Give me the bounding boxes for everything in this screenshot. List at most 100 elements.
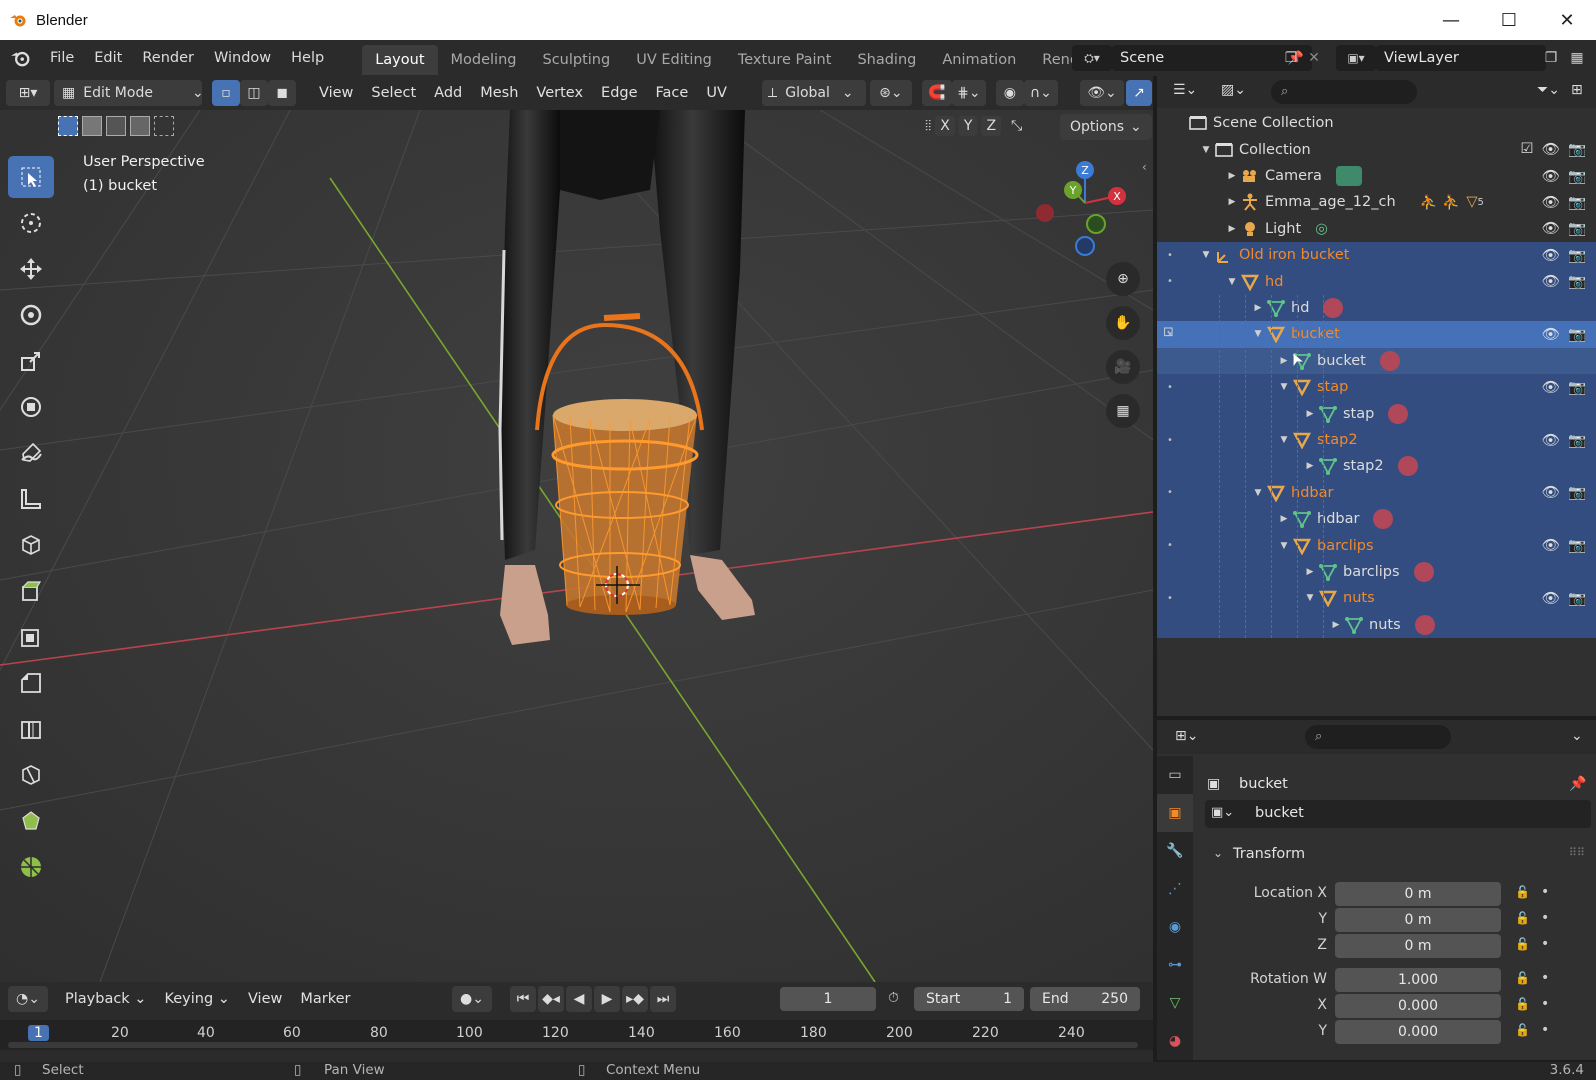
transform-field-value[interactable]: 1.000 xyxy=(1335,968,1501,992)
menu-select[interactable]: Select xyxy=(362,85,425,101)
outliner-row[interactable]: ▶ Camera 👁 📷 xyxy=(1157,163,1596,190)
visibility-eye-icon[interactable]: 👁 xyxy=(1542,484,1560,501)
properties-editor-type-icon[interactable]: ⊞⌄ xyxy=(1175,728,1198,744)
outliner-row[interactable]: ▶ Light ◎ 👁 📷 xyxy=(1157,216,1596,243)
start-frame-field[interactable]: Start 1 xyxy=(914,987,1024,1011)
outliner-row[interactable]: • ▼ nuts 👁 📷 xyxy=(1157,585,1596,612)
proportional-edit-icon[interactable]: ◉ xyxy=(995,80,1024,106)
keyframe-dot-icon[interactable]: • xyxy=(1541,970,1549,986)
menu-file[interactable]: File xyxy=(40,40,84,76)
outliner-row[interactable]: • ▼ stap2 👁 📷 xyxy=(1157,426,1596,454)
expand-closed-icon[interactable]: ▶ xyxy=(1251,303,1265,313)
visibility-eye-icon[interactable]: 👁 xyxy=(1542,379,1560,396)
jump-keyframe-forward-icon[interactable]: ▸◆ xyxy=(622,986,648,1012)
tab-shading[interactable]: Shading xyxy=(844,45,929,75)
navigation-gizmo[interactable]: Z X Y xyxy=(1030,158,1130,262)
tab-texture-paint[interactable]: Texture Paint xyxy=(725,45,845,75)
transform-field-value[interactable]: 0.000 xyxy=(1335,1020,1501,1044)
outliner-row[interactable]: Scene Collection xyxy=(1157,110,1596,137)
pan-hand-icon[interactable]: ✋ xyxy=(1106,306,1140,340)
edge-select-button[interactable]: ◫ xyxy=(240,80,268,106)
rotate-tool-icon[interactable] xyxy=(8,294,54,336)
visibility-eye-icon[interactable]: 👁 xyxy=(1542,141,1560,158)
tab-modeling[interactable]: Modeling xyxy=(438,45,530,75)
mode-dropdown[interactable]: ▦ Edit Mode ⌄ xyxy=(54,80,204,106)
filter-icon[interactable]: ⏷⌄ xyxy=(1537,82,1560,98)
blender-menu-icon[interactable] xyxy=(0,49,40,67)
transform-orientation-dropdown[interactable]: ⟂ Global ⌄ xyxy=(761,80,866,106)
poly-build-tool-icon[interactable] xyxy=(8,800,54,842)
expand-open-icon[interactable]: ▼ xyxy=(1277,382,1291,392)
lock-icon[interactable]: 🔓 xyxy=(1515,885,1530,899)
editor-type-icon[interactable]: ⊞▾ xyxy=(6,80,50,106)
expand-closed-icon[interactable]: ▶ xyxy=(1277,514,1291,524)
outliner-row[interactable]: ▶ stap xyxy=(1157,400,1596,427)
outliner-row[interactable]: ▶ hd xyxy=(1157,294,1596,322)
render-camera-icon[interactable]: 📷 xyxy=(1568,168,1586,185)
properties-search-input[interactable]: ⌕ xyxy=(1305,725,1451,749)
select-invert-icon[interactable] xyxy=(130,116,150,136)
mirror-y-button[interactable]: Y xyxy=(958,116,978,136)
timeline-scrollbar[interactable] xyxy=(8,1042,1138,1048)
expand-closed-icon[interactable]: ▶ xyxy=(1225,171,1239,181)
outliner-search-input[interactable]: ⌕ xyxy=(1271,80,1417,104)
expand-closed-icon[interactable]: ▶ xyxy=(1225,197,1239,207)
menu-uv[interactable]: UV xyxy=(697,85,736,101)
material-tab-icon[interactable]: ◕ xyxy=(1157,1022,1193,1060)
new-collection-icon[interactable]: ⊞ xyxy=(1571,82,1583,98)
keyframe-dot-icon[interactable]: • xyxy=(1541,884,1549,900)
tab-layout[interactable]: Layout xyxy=(362,45,438,75)
expand-open-icon[interactable]: ▼ xyxy=(1225,277,1239,287)
menu-add[interactable]: Add xyxy=(425,85,471,101)
perspective-toggle-icon[interactable]: ▦ xyxy=(1106,394,1140,428)
outliner-row[interactable]: ▶ stap2 xyxy=(1157,453,1596,480)
outliner-row[interactable]: • ▼ Old iron bucket 👁 📷 xyxy=(1157,242,1596,269)
tool-tab-icon[interactable]: ▭ xyxy=(1157,756,1193,794)
outliner-row[interactable]: ▶ bucket xyxy=(1157,347,1596,375)
select-extend-icon[interactable] xyxy=(82,116,102,136)
drag-handle-icon[interactable]: ⠿⠿ xyxy=(1569,846,1585,859)
render-camera-icon[interactable]: 📷 xyxy=(1568,273,1586,290)
menu-help[interactable]: Help xyxy=(281,40,334,76)
play-icon[interactable]: ▶ xyxy=(594,986,620,1012)
visibility-eye-icon[interactable]: 👁 xyxy=(1542,247,1560,264)
expand-closed-icon[interactable]: ▶ xyxy=(1225,224,1239,234)
pin-icon[interactable]: 📌 xyxy=(1569,776,1586,792)
camera-view-icon[interactable]: 🎥 xyxy=(1106,350,1140,384)
physics-tab-icon[interactable]: ◉ xyxy=(1157,908,1193,946)
outliner-row[interactable]: ▶ barclips xyxy=(1157,558,1596,586)
visibility-eye-icon[interactable]: 👁 xyxy=(1542,220,1560,237)
view-layer-field[interactable]: ViewLayer xyxy=(1376,45,1546,71)
falloff-icon[interactable]: ∩⌄ xyxy=(1023,80,1058,106)
zoom-icon[interactable]: ⊕ xyxy=(1106,262,1140,296)
expand-open-icon[interactable]: ▼ xyxy=(1199,250,1213,260)
spin-tool-icon[interactable] xyxy=(8,846,54,888)
visibility-eye-icon[interactable]: 👁 xyxy=(1542,537,1560,554)
expand-open-icon[interactable]: ▼ xyxy=(1303,593,1317,603)
menu-face[interactable]: Face xyxy=(647,85,698,101)
view-layer-selector-icon[interactable]: ▣▾ xyxy=(1336,45,1376,71)
tab-sculpting[interactable]: Sculpting xyxy=(529,45,623,75)
annotate-tool-icon[interactable] xyxy=(8,432,54,474)
collapse-sidebar-icon[interactable]: ‹ xyxy=(1142,160,1147,174)
outliner-row[interactable]: • ▼ bucket 👁 📷 xyxy=(1157,321,1596,348)
face-select-button[interactable]: ◼ xyxy=(268,80,296,106)
inset-tool-icon[interactable] xyxy=(8,616,54,658)
mesh-data-tab-icon[interactable]: ▽ xyxy=(1157,984,1193,1022)
edit-toggle-dot-icon[interactable]: • xyxy=(1167,276,1173,287)
scene-selector-icon[interactable]: ⛭▾ xyxy=(1072,45,1112,71)
auto-keying-icon[interactable]: ●⌄ xyxy=(452,986,492,1012)
keying-menu[interactable]: Keying ⌄ xyxy=(155,991,238,1007)
snap-target-icon[interactable]: ⋕⌄ xyxy=(951,80,986,106)
transform-field-value[interactable]: 0 m xyxy=(1335,934,1501,958)
snap-toggle-icon[interactable]: 🧲 xyxy=(921,80,952,106)
timeline-editor-type-icon[interactable]: ◔⌄ xyxy=(8,986,48,1012)
render-camera-icon[interactable]: 📷 xyxy=(1568,141,1586,158)
display-mode-icon[interactable]: ▨⌄ xyxy=(1221,82,1246,98)
outliner-row[interactable]: ▶ Emma_age_12_ch ⛹ ⛹ ▽ 5 👁 📷 xyxy=(1157,189,1596,216)
jump-start-icon[interactable]: ⏮ xyxy=(510,986,536,1012)
visibility-eye-icon[interactable]: 👁 xyxy=(1542,194,1560,211)
object-name-field[interactable]: ▣⌄ bucket xyxy=(1205,800,1591,828)
mirror-z-button[interactable]: Z xyxy=(981,116,1002,136)
visibility-eye-icon[interactable]: 👁 xyxy=(1542,432,1560,449)
